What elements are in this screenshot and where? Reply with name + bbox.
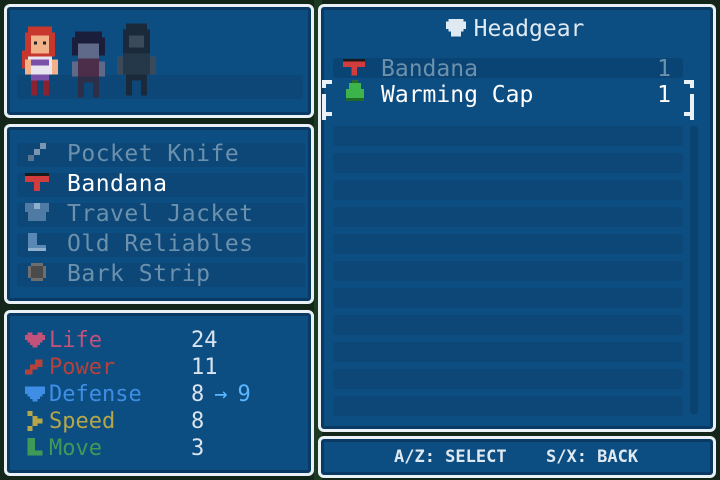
stat-defense: Defense 8 → 9 <box>25 381 315 408</box>
stats-panel: Life 24 Power 11 Defense 8 → 9 Speed 8 M… <box>4 310 314 476</box>
bandana-icon <box>343 56 365 82</box>
party-member-dark-haired-ally[interactable] <box>69 31 108 101</box>
bandana-icon <box>25 170 53 198</box>
boot-icon <box>25 437 47 460</box>
item-track <box>333 315 683 335</box>
knife-icon <box>25 140 53 168</box>
stat-value-power: 11 <box>191 355 218 380</box>
stat-arrow-defense: → <box>214 382 228 407</box>
shield-icon <box>25 384 47 406</box>
equip-label-armor: Travel Jacket <box>67 201 254 227</box>
item-track <box>333 153 683 173</box>
item-name-bandana: Bandana <box>381 56 478 82</box>
jacket-icon <box>25 200 53 228</box>
back-hint: S/X: BACK <box>546 447 639 467</box>
item-row-bandana[interactable]: Bandana 1 <box>333 56 683 82</box>
party-panel <box>4 4 314 118</box>
category-header: Headgear <box>322 12 708 46</box>
party-member-red-haired-hero[interactable] <box>19 23 61 99</box>
select-hint: A/Z: SELECT <box>394 447 507 467</box>
party-member-hooded-ally[interactable] <box>117 23 156 99</box>
item-track <box>333 234 683 254</box>
headgear-icon <box>445 19 466 39</box>
chevron-icon <box>25 410 47 433</box>
equip-slot-boots[interactable]: Old Reliables <box>25 229 315 259</box>
item-track <box>333 180 683 200</box>
boot-icon <box>25 230 53 258</box>
equip-label-boots: Old Reliables <box>67 231 254 257</box>
item-count-bandana: 1 <box>657 56 671 82</box>
stat-name-life: Life <box>49 328 102 353</box>
stat-value-life: 24 <box>191 328 218 353</box>
stat-name-power: Power <box>49 355 116 380</box>
stat-name-speed: Speed <box>49 409 116 434</box>
item-track <box>333 261 683 281</box>
item-track <box>333 207 683 227</box>
ring-icon <box>25 260 53 288</box>
stat-move: Move 3 <box>25 435 315 462</box>
category-title: Headgear <box>473 16 585 42</box>
stat-life: Life 24 <box>25 327 315 354</box>
equip-slot-weapon[interactable]: Pocket Knife <box>25 139 315 169</box>
item-track <box>333 342 683 362</box>
stat-new-value-defense: 9 <box>237 382 251 407</box>
equip-label-weapon: Pocket Knife <box>67 141 240 167</box>
stat-power: Power 11 <box>25 354 315 381</box>
controls-footer <box>318 436 716 478</box>
equip-label-accessory: Bark Strip <box>67 261 211 287</box>
fist-icon <box>25 357 47 379</box>
item-track <box>333 369 683 389</box>
selection-cursor <box>322 80 694 120</box>
item-list-scrollbar[interactable] <box>690 126 698 414</box>
equip-slot-armor[interactable]: Travel Jacket <box>25 199 315 229</box>
equipment-panel: Pocket Knife Bandana Travel Jacket Old R… <box>4 124 314 304</box>
stat-value-defense: 8 <box>191 382 205 407</box>
stat-value-speed: 8 <box>191 409 205 434</box>
equip-slot-headgear[interactable]: Bandana <box>25 169 315 199</box>
stat-speed: Speed 8 <box>25 408 315 435</box>
equip-slot-accessory[interactable]: Bark Strip <box>25 259 315 289</box>
item-track <box>333 396 683 416</box>
heart-icon <box>25 330 47 352</box>
item-track <box>333 288 683 308</box>
stat-value-move: 3 <box>191 436 205 461</box>
item-track <box>333 126 683 146</box>
stat-name-defense: Defense <box>49 382 142 407</box>
equip-label-headgear: Bandana <box>67 171 168 197</box>
stat-name-move: Move <box>49 436 102 461</box>
